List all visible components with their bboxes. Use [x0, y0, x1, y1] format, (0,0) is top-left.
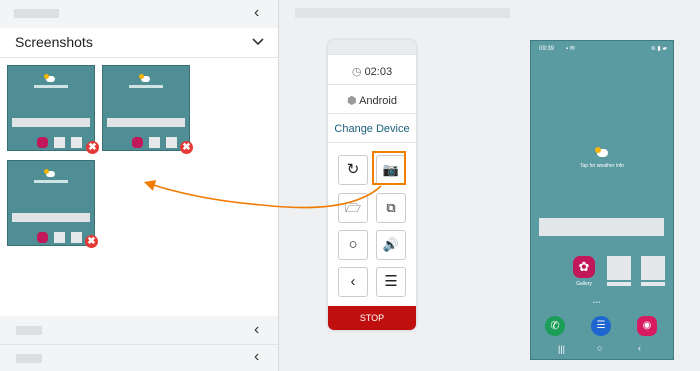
search-widget[interactable]: [539, 218, 664, 236]
app-placeholder[interactable]: [607, 256, 631, 280]
gallery-label: Gallery: [576, 281, 592, 287]
status-bar: 09:39 ▪ ✉ ≋ ▮ ▰: [531, 41, 673, 57]
phone-app-icon[interactable]: ✆: [545, 316, 565, 336]
back-chevron-icon[interactable]: ‹: [638, 343, 641, 353]
app-label-placeholder: [607, 282, 631, 286]
device-screen[interactable]: 09:39 ▪ ✉ ≋ ▮ ▰ Tap for weather info ✿ G…: [530, 40, 674, 360]
status-time: 09:39: [539, 46, 555, 52]
app-label-placeholder: [641, 282, 665, 286]
app-placeholder[interactable]: [641, 256, 665, 280]
android-nav-bar: ||| ○ ‹: [531, 341, 673, 359]
sun-icon: [595, 147, 601, 153]
weather-caption[interactable]: Tap for weather info: [531, 163, 673, 169]
signal-icons: ≋ ▮ ▰: [650, 46, 667, 52]
recents-icon[interactable]: |||: [558, 344, 565, 354]
home-circle-icon[interactable]: ○: [597, 343, 602, 353]
gallery-icon[interactable]: ✿: [573, 256, 595, 278]
notification-icons: ▪ ✉: [566, 46, 575, 52]
page-indicator: •••: [593, 300, 602, 306]
camera-app-icon[interactable]: ◉: [637, 316, 657, 336]
messages-app-icon[interactable]: ☰: [591, 316, 611, 336]
